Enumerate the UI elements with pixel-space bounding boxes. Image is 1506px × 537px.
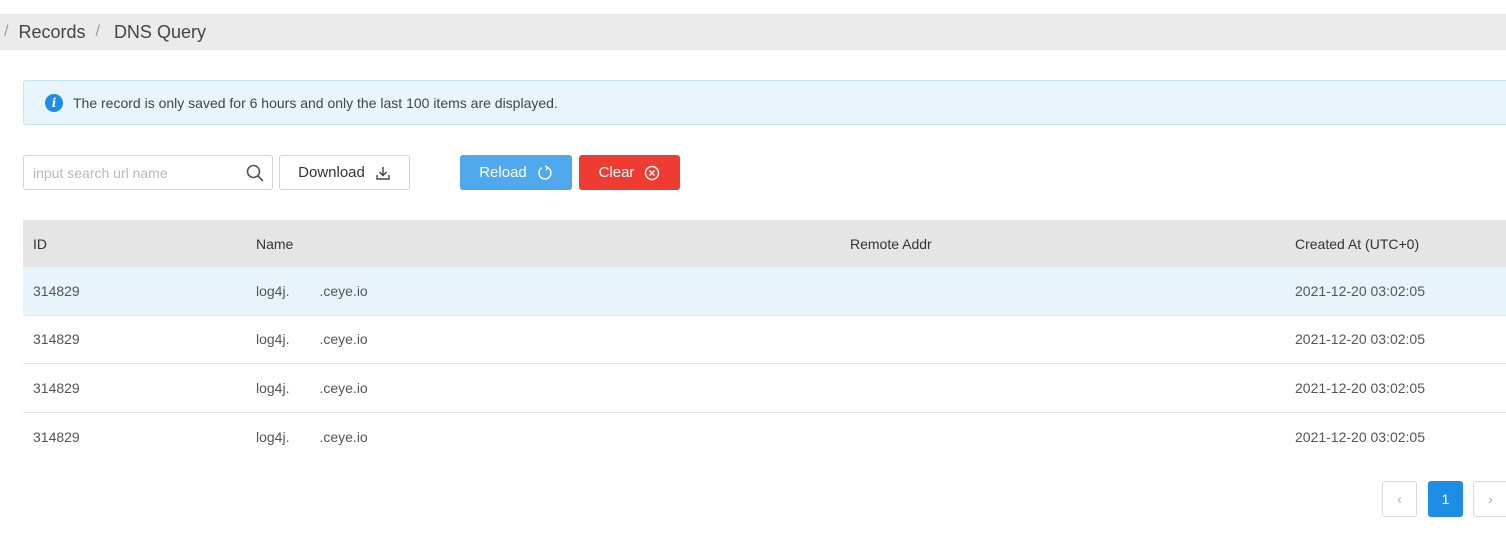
breadcrumb-separator: / — [95, 23, 100, 40]
cell-created-at: 2021-12-20 03:02:05 — [1295, 282, 1425, 299]
breadcrumb-records[interactable]: Records — [18, 22, 85, 43]
cell-id: 314829 — [33, 379, 80, 396]
download-button-label: Download — [298, 164, 365, 181]
table-row[interactable]: 314829 log4j. .ceye.io 2021-12-20 03:02:0… — [23, 267, 1506, 316]
header-remote-addr: Remote Addr — [850, 235, 932, 252]
header-created-at: Created At (UTC+0) — [1295, 235, 1420, 252]
reload-icon — [538, 164, 552, 180]
table-row[interactable]: 314829 log4j. .ceye.io 2021-12-20 03:02:0… — [23, 413, 1506, 462]
info-icon: i — [45, 93, 63, 112]
info-alert: i The record is only saved for 6 hours a… — [23, 80, 1506, 125]
cell-name: log4j. .ceye.io — [256, 428, 368, 445]
cell-created-at: 2021-12-20 03:02:05 — [1295, 428, 1425, 445]
cell-name: log4j. .ceye.io — [256, 282, 368, 299]
reload-button[interactable]: Reload — [460, 155, 572, 190]
cell-name: log4j. .ceye.io — [256, 331, 368, 348]
breadcrumb: / Records / DNS Query — [0, 14, 1506, 50]
cell-created-at: 2021-12-20 03:02:05 — [1295, 379, 1425, 396]
search-box — [23, 155, 273, 190]
reload-button-label: Reload — [479, 164, 527, 181]
table-row[interactable]: 314829 log4j. .ceye.io 2021-12-20 03:02:0… — [23, 364, 1506, 413]
cell-created-at: 2021-12-20 03:02:05 — [1295, 331, 1425, 348]
pagination-page-1[interactable]: 1 — [1428, 481, 1463, 517]
download-icon — [376, 166, 390, 180]
pagination-next-button[interactable]: › — [1473, 481, 1506, 517]
header-name: Name — [256, 235, 294, 252]
table-header: ID Name Remote Addr Created At (UTC+0) — [23, 220, 1506, 267]
cell-id: 314829 — [33, 428, 80, 445]
breadcrumb-dns-query: DNS Query — [113, 21, 206, 42]
pagination-prev-button[interactable]: ‹ — [1382, 481, 1417, 517]
breadcrumb-separator: / — [4, 23, 9, 40]
clear-button[interactable]: Clear — [579, 155, 680, 190]
table-row[interactable]: 314829 log4j. .ceye.io 2021-12-20 03:02:0… — [23, 316, 1506, 364]
search-input[interactable] — [24, 156, 234, 189]
clear-button-label: Clear — [598, 164, 635, 181]
dns-records-table: ID Name Remote Addr Created At (UTC+0) 3… — [23, 220, 1506, 461]
cell-id: 314829 — [33, 331, 80, 348]
cell-name: log4j. .ceye.io — [256, 379, 368, 396]
header-id: ID — [33, 235, 47, 252]
download-button[interactable]: Download — [279, 155, 410, 190]
cell-id: 314829 — [33, 282, 80, 299]
search-icon[interactable] — [246, 164, 264, 182]
clear-circle-icon — [645, 165, 660, 180]
alert-text: The record is only saved for 6 hours and… — [73, 94, 558, 111]
